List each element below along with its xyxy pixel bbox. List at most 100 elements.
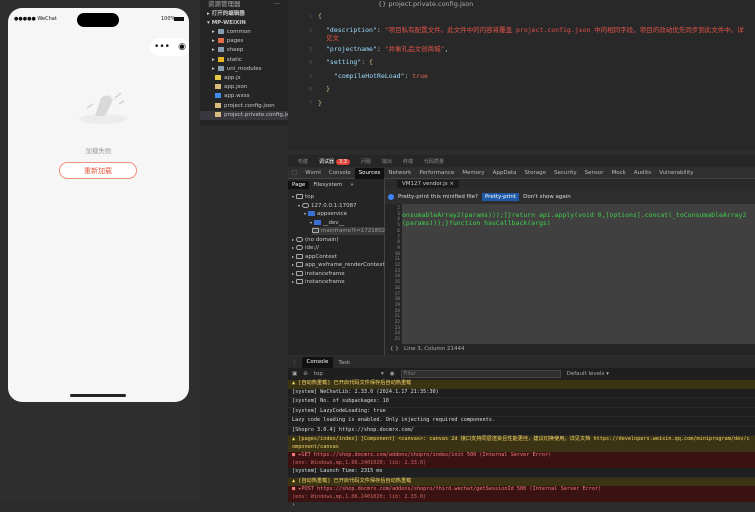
- expand-arrow-icon[interactable]: ▸: [212, 38, 215, 44]
- source-code-area[interactable]: onsumableArray2(params)));]}return api.a…: [402, 204, 755, 344]
- open-editors-section[interactable]: ▸ 打开的编辑器: [200, 10, 288, 19]
- expand-arrow-icon[interactable]: ▸: [212, 57, 215, 63]
- panel-tab-audits[interactable]: Audits: [630, 168, 655, 179]
- panel-tab-mock[interactable]: Mock: [607, 168, 629, 179]
- source-tree-item[interactable]: ▸ instanceframe: [292, 270, 345, 278]
- panel-tab-sensor[interactable]: Sensor: [581, 168, 608, 179]
- panel-tab-vulnerability[interactable]: Vulnerability: [655, 168, 697, 179]
- source-tree-item[interactable]: ▾ top: [292, 193, 314, 201]
- folder-icon: [217, 29, 224, 34]
- tree-item[interactable]: project.private.config.js...: [200, 110, 288, 120]
- source-tree-label: (no domain): [305, 236, 339, 243]
- more-icon[interactable]: •••: [154, 42, 170, 52]
- close-mini-program-icon[interactable]: ◉: [178, 42, 186, 52]
- explorer-more-icon[interactable]: ···: [274, 0, 280, 9]
- nav-tab-1[interactable]: Filesystem: [309, 181, 346, 189]
- source-tree-item[interactable]: ▾ 127.0.0.1:17087: [298, 202, 357, 210]
- source-tree-item[interactable]: ▾ appservice: [304, 210, 347, 218]
- pretty-print-button[interactable]: Pretty-print: [481, 193, 520, 201]
- line-number: 2: [397, 206, 400, 211]
- tree-item-label: static: [226, 56, 242, 63]
- code-line: 3 "projectname": "井象礼品文创商城",: [288, 42, 755, 56]
- panel-tab-network[interactable]: Network: [384, 168, 415, 179]
- source-tree-item[interactable]: mainframe?t=1721802296345: [312, 227, 385, 235]
- panel-tab-memory[interactable]: Memory: [458, 168, 488, 179]
- console-message-log: [system] Launch Time: 2315 ms: [288, 468, 755, 478]
- file-icon: [312, 228, 319, 233]
- tree-item[interactable]: ▸ sheep: [200, 46, 288, 55]
- nav-tab-0[interactable]: Page: [288, 181, 310, 189]
- panel-tab-console[interactable]: Console: [325, 168, 355, 179]
- file-tab-vendor-js[interactable]: VM127 vendor.js ×: [397, 180, 459, 188]
- tab-0[interactable]: 构建: [298, 158, 308, 165]
- context-select[interactable]: top ▾: [314, 371, 384, 377]
- source-tree-item[interactable]: ▸ appContext: [292, 253, 337, 261]
- clear-console-icon[interactable]: ⊘: [303, 371, 308, 377]
- project-section[interactable]: ▾ MP-WEIXIN: [200, 19, 288, 28]
- panel-tab-sources[interactable]: Sources: [354, 167, 385, 179]
- expand-arrow-icon[interactable]: ▾: [304, 211, 306, 216]
- expand-arrow-icon[interactable]: ▾: [292, 194, 294, 199]
- console-message-warn: ▲ [自动热重载] 已开启代码文件保存后自动热重载: [288, 477, 755, 486]
- line-number: 11: [394, 257, 400, 263]
- tree-item[interactable]: ▸ pages: [200, 37, 288, 46]
- expand-arrow-icon[interactable]: ▸: [292, 262, 294, 267]
- panel-tab-security[interactable]: Security: [550, 168, 581, 179]
- source-tree-item[interactable]: ▾ __dev__: [310, 219, 344, 227]
- expand-arrow-icon[interactable]: ▾: [310, 220, 312, 225]
- source-tree-item[interactable]: ▸ app_wxframe_renderContext: [292, 261, 385, 269]
- reload-button[interactable]: 重新加载: [59, 162, 137, 179]
- tab-4[interactable]: 终端: [403, 158, 413, 165]
- error-count-badge: 3,3: [336, 158, 350, 165]
- tree-item-label: app.json: [224, 84, 248, 91]
- tree-item[interactable]: ▸ static: [200, 56, 288, 65]
- panel-tab-appdata[interactable]: AppData: [489, 168, 521, 179]
- levels-dropdown[interactable]: Default levels ▾: [567, 371, 609, 377]
- sidebar-toggle-icon[interactable]: ▣: [292, 371, 297, 377]
- source-tree-item[interactable]: ▸ instanceframe: [292, 278, 345, 286]
- tree-item[interactable]: app.json: [200, 83, 288, 92]
- tree-item[interactable]: ▸ uni_modules: [200, 65, 288, 74]
- tree-item[interactable]: ▸ common: [200, 28, 288, 37]
- filter-input[interactable]: Filter: [400, 370, 561, 378]
- drawer-menu-icon[interactable]: ⋮: [288, 360, 302, 366]
- eye-icon[interactable]: ◉: [390, 371, 395, 377]
- frame-icon: [296, 194, 304, 199]
- inspect-icon[interactable]: ⬚: [288, 168, 301, 179]
- line-number: 6: [308, 87, 312, 93]
- expand-arrow-icon[interactable]: ▸: [212, 47, 215, 53]
- bracket: }: [326, 85, 330, 93]
- panel-tab-storage[interactable]: Storage: [521, 168, 551, 179]
- tab-3[interactable]: 输出: [382, 158, 392, 165]
- source-tree-item[interactable]: ▸ (no domain): [292, 236, 339, 244]
- expand-arrow-icon[interactable]: ▸: [212, 29, 215, 35]
- sources-navigator: Page Filesystem» ▾ top ▾ 127.0.0.1:17087 ▾ app…: [288, 179, 385, 355]
- tab-label: 输出: [382, 158, 393, 165]
- devtools-top-tabs: 构建 调试器 3,3 问题 输出 终端 代码质量: [288, 155, 755, 167]
- tab-console[interactable]: Console: [301, 357, 334, 368]
- tree-item[interactable]: app.wxss: [200, 92, 288, 101]
- line-number: 5: [397, 223, 400, 229]
- expand-arrow-icon[interactable]: ▸: [212, 66, 215, 72]
- frame-icon: [296, 279, 304, 284]
- code-editor[interactable]: {} project.private.config.json 1{2 "descr…: [288, 0, 755, 150]
- tab-5[interactable]: 代码质量: [424, 158, 444, 165]
- dont-show-again-button[interactable]: Don't show again: [523, 194, 571, 200]
- tree-item[interactable]: project.config.json: [200, 102, 288, 111]
- console-message-log: [system] No. of subpackages: 10: [288, 398, 755, 408]
- tab-2[interactable]: 问题: [361, 158, 371, 165]
- js-file-icon: [215, 75, 221, 80]
- tab-1[interactable]: 调试器 3,3: [319, 158, 350, 165]
- nav-tab-2[interactable]: »: [346, 181, 357, 189]
- expand-arrow-icon[interactable]: ▸: [292, 245, 294, 250]
- panel-tab-performance[interactable]: Performance: [415, 168, 458, 179]
- expand-arrow-icon[interactable]: ▸: [292, 254, 294, 259]
- tab-task[interactable]: Task: [333, 360, 355, 366]
- expand-arrow-icon[interactable]: ▸: [292, 279, 294, 284]
- source-tree-item[interactable]: ▸ ide://: [292, 244, 319, 252]
- expand-arrow-icon[interactable]: ▸: [292, 271, 294, 276]
- panel-tab-wxml[interactable]: Wxml: [301, 168, 325, 179]
- tree-item[interactable]: app.js: [200, 74, 288, 83]
- expand-arrow-icon[interactable]: ▸: [292, 237, 294, 242]
- expand-arrow-icon[interactable]: ▾: [298, 203, 300, 208]
